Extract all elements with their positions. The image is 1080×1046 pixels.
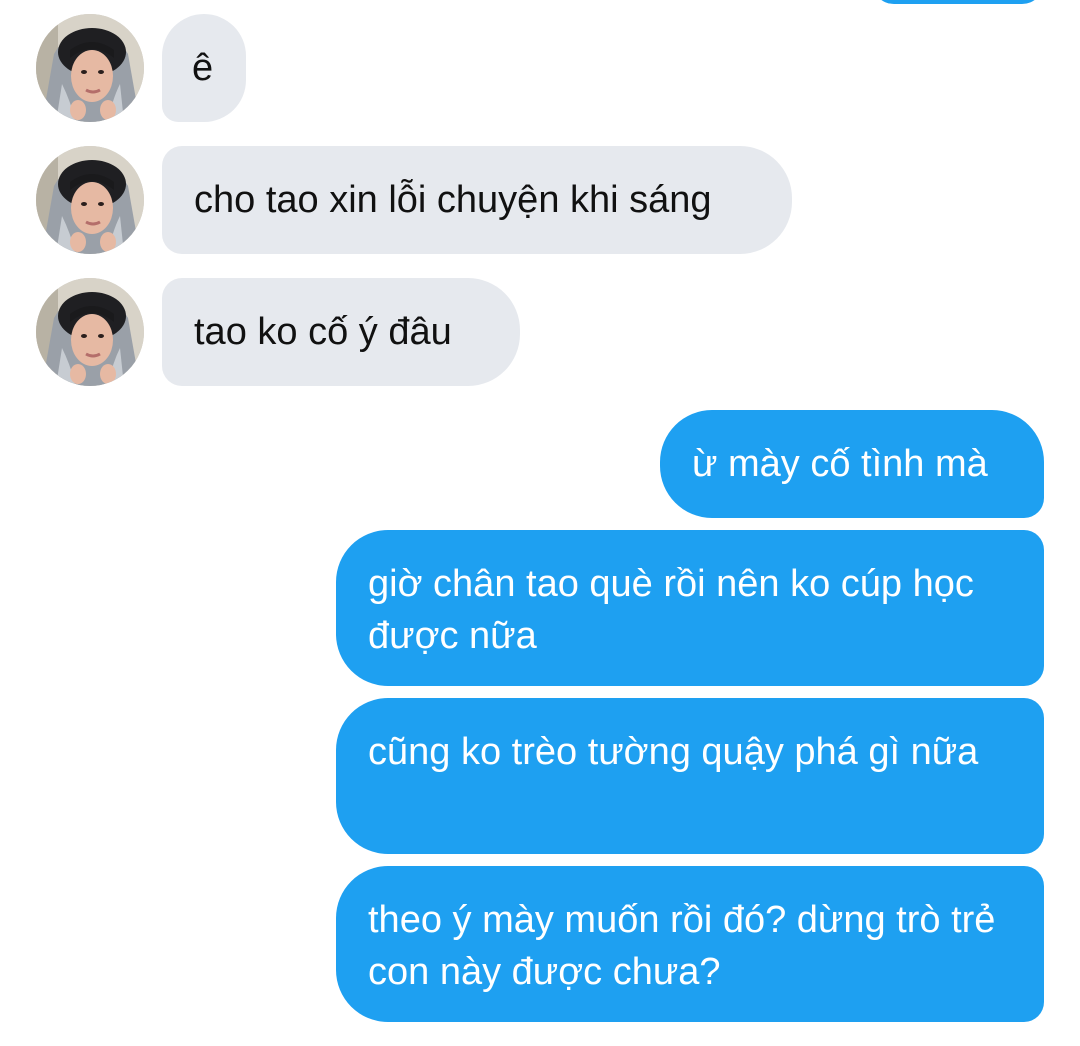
outgoing-message-bubble[interactable]: giờ chân tao què rồi nên ko cúp học được… [336,530,1044,686]
outgoing-message-bubble[interactable]: ừ mày cố tình mà [660,410,1044,518]
message-text: ê [192,47,214,89]
avatar-photo-icon [36,14,144,122]
message-text: cũng ko trèo tường quậy phá gì nữa [368,731,979,773]
message-text: tao ko cố ý đâu [194,311,452,353]
message-text: cho tao xin lỗi chuyện khi sáng [194,179,712,221]
previous-outgoing-message-bubble[interactable] [872,0,1044,4]
message-thread: ê cho tao xin lỗi chuyện khi sáng tao ko… [0,0,1080,1046]
sender-avatar[interactable] [36,278,144,386]
message-text: giờ chân tao què rồi nên ko cúp học được… [368,563,974,657]
avatar-photo-icon [36,146,144,254]
message-text: theo ý mày muốn rồi đó? dừng trò trẻ con… [368,899,996,993]
avatar-photo-icon [36,278,144,386]
incoming-message-bubble[interactable]: tao ko cố ý đâu [162,278,520,386]
outgoing-message-bubble[interactable]: theo ý mày muốn rồi đó? dừng trò trẻ con… [336,866,1044,1022]
message-text: ừ mày cố tình mà [692,443,988,485]
incoming-message-bubble[interactable]: cho tao xin lỗi chuyện khi sáng [162,146,792,254]
incoming-message-bubble[interactable]: ê [162,14,246,122]
sender-avatar[interactable] [36,14,144,122]
outgoing-message-bubble[interactable]: cũng ko trèo tường quậy phá gì nữa [336,698,1044,854]
sender-avatar[interactable] [36,146,144,254]
